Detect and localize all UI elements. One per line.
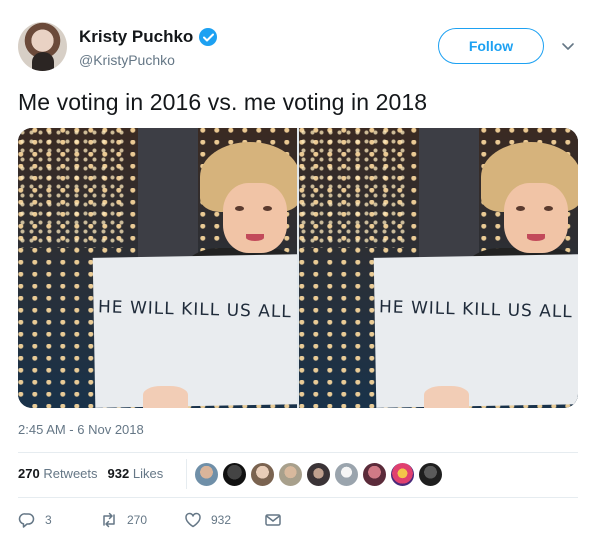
envelope-icon (265, 514, 281, 526)
sign-card (92, 254, 297, 408)
tweet-media[interactable]: HE WILL KILL US ALL HE WILL KILL US ALL (18, 128, 578, 408)
reply-action[interactable]: 3 (18, 511, 78, 529)
author-name-row: Kristy Puchko (79, 27, 218, 47)
chevron-down-icon[interactable] (560, 38, 576, 54)
author-display-name[interactable]: Kristy Puchko (79, 27, 193, 47)
follow-button[interactable]: Follow (438, 28, 544, 64)
author-avatar[interactable] (18, 22, 67, 71)
retweet-count: 270 (127, 513, 148, 527)
like-count: 932 (211, 513, 232, 527)
sign-card (373, 254, 578, 408)
stats-separator (186, 459, 187, 489)
heart-icon (185, 512, 201, 528)
like-action[interactable]: 932 (184, 511, 266, 529)
divider (18, 497, 578, 498)
verified-badge-icon (199, 28, 218, 46)
tweet-actions: 3 270 932 (18, 511, 282, 529)
liker-avatar[interactable] (278, 462, 303, 487)
reply-icon (18, 513, 35, 528)
liker-avatar[interactable] (250, 462, 275, 487)
liker-avatars (194, 462, 443, 487)
likes-label: Likes (132, 466, 164, 481)
retweet-icon (103, 512, 115, 528)
media-photo-right[interactable]: HE WILL KILL US ALL (299, 128, 578, 408)
liker-avatar[interactable] (306, 462, 331, 487)
divider (18, 452, 578, 453)
liker-avatar[interactable] (194, 462, 219, 487)
retweet-action[interactable]: 270 (100, 511, 182, 529)
liker-avatar[interactable] (418, 462, 443, 487)
liker-avatar[interactable] (362, 462, 387, 487)
retweets-count: 270 (18, 466, 40, 481)
liker-avatar[interactable] (222, 462, 247, 487)
liker-avatar[interactable] (334, 462, 359, 487)
tweet-stats: 270 Retweets 932 Likes (18, 466, 163, 481)
liker-avatar[interactable] (390, 462, 415, 487)
retweets-label: Retweets (43, 466, 98, 481)
tweet-text: Me voting in 2016 vs. me voting in 2018 (18, 89, 428, 115)
retweets-stat[interactable]: 270 Retweets (18, 466, 98, 481)
media-photo-left[interactable]: HE WILL KILL US ALL (18, 128, 297, 408)
likes-stat[interactable]: 932 Likes (108, 466, 164, 481)
reply-count: 3 (45, 513, 52, 527)
author-handle[interactable]: @KristyPuchko (79, 52, 175, 68)
dm-action[interactable] (264, 511, 282, 529)
likes-count: 932 (107, 466, 130, 481)
tweet-timestamp[interactable]: 2:45 AM - 6 Nov 2018 (18, 422, 144, 437)
